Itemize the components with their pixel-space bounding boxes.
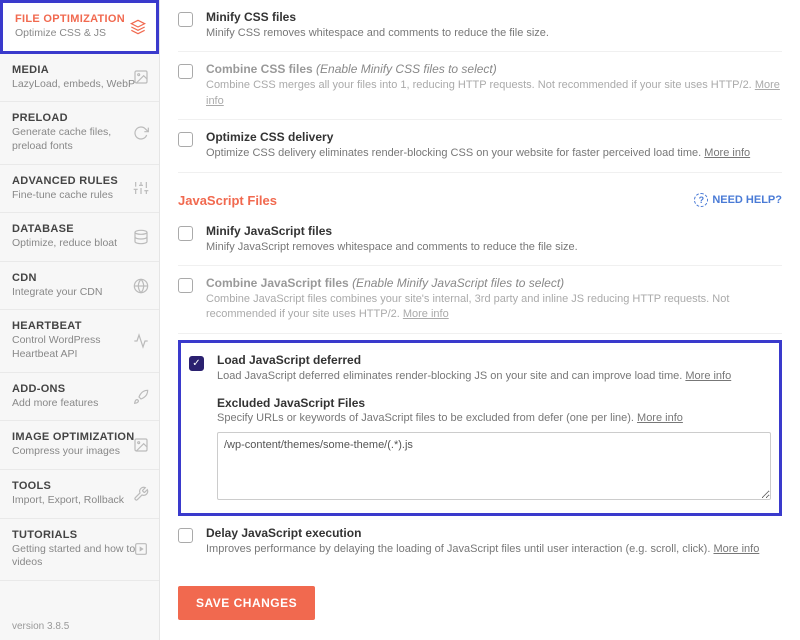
option-desc: Combine JavaScript files combines your s… [206, 292, 782, 323]
nav-title: DATABASE [12, 223, 147, 235]
database-icon [133, 229, 149, 245]
nav-desc: Generate cache files, preload fonts [12, 126, 147, 153]
option-label: Combine JavaScript files (Enable Minify … [206, 276, 782, 290]
checkbox-css-delivery[interactable] [178, 132, 193, 147]
nav-title: CDN [12, 272, 147, 284]
nav-tools[interactable]: TOOLS Import, Export, Rollback [0, 470, 159, 519]
main-content: Minify CSS files Minify CSS removes whit… [160, 0, 800, 640]
sliders-icon [133, 180, 149, 196]
save-changes-button[interactable]: SAVE CHANGES [178, 586, 315, 620]
checkbox-minify-js[interactable] [178, 226, 193, 241]
nav-title: TOOLS [12, 480, 147, 492]
checkbox-combine-js[interactable] [178, 278, 193, 293]
nav-title: ADVANCED RULES [12, 175, 147, 187]
checkbox-defer-js[interactable]: ✓ [189, 356, 204, 371]
nav-image-optimization[interactable]: IMAGE OPTIMIZATION Compress your images [0, 421, 159, 470]
refresh-icon [133, 125, 149, 141]
js-section-header: JavaScript Files ?NEED HELP? [178, 193, 782, 208]
nav-addons[interactable]: ADD-ONS Add more features [0, 373, 159, 422]
nav-desc: Optimize, reduce bloat [12, 237, 147, 251]
option-minify-css: Minify CSS files Minify CSS removes whit… [178, 0, 782, 52]
checkbox-delay-js[interactable] [178, 528, 193, 543]
option-optimize-css-delivery: Optimize CSS delivery Optimize CSS deliv… [178, 120, 782, 172]
sidebar: FILE OPTIMIZATION Optimize CSS & JS MEDI… [0, 0, 160, 640]
nav-desc: Control WordPress Heartbeat API [12, 334, 147, 361]
more-info-link[interactable]: More info [403, 308, 449, 320]
nav-tutorials[interactable]: TUTORIALS Getting started and how to vid… [0, 519, 159, 581]
image-icon [133, 69, 149, 85]
section-title: JavaScript Files [178, 193, 277, 208]
checkbox-combine-css[interactable] [178, 64, 193, 79]
nav-media[interactable]: MEDIA LazyLoad, embeds, WebP [0, 54, 159, 103]
layers-icon [130, 19, 146, 35]
nav-cdn[interactable]: CDN Integrate your CDN [0, 262, 159, 311]
checkbox-minify-css[interactable] [178, 12, 193, 27]
option-minify-js: Minify JavaScript files Minify JavaScrip… [178, 214, 782, 266]
help-icon: ? [694, 193, 708, 207]
defer-highlight-box: ✓ Load JavaScript deferred Load JavaScri… [178, 340, 782, 516]
option-desc: Minify JavaScript removes whitespace and… [206, 240, 782, 255]
heartbeat-icon [133, 333, 149, 349]
nav-database[interactable]: DATABASE Optimize, reduce bloat [0, 213, 159, 262]
globe-icon [133, 278, 149, 294]
wrench-icon [133, 486, 149, 502]
nav-desc: Getting started and how to videos [12, 543, 147, 570]
option-label: Combine CSS files (Enable Minify CSS fil… [206, 62, 782, 76]
nav-desc: Import, Export, Rollback [12, 494, 147, 508]
nav-advanced-rules[interactable]: ADVANCED RULES Fine-tune cache rules [0, 165, 159, 214]
nav-desc: Fine-tune cache rules [12, 189, 147, 203]
play-icon [133, 541, 149, 557]
option-label: Minify JavaScript files [206, 224, 782, 238]
nav-desc: LazyLoad, embeds, WebP [12, 78, 147, 92]
more-info-link[interactable]: More info [713, 543, 759, 555]
nav-desc: Integrate your CDN [12, 286, 147, 300]
nav-heartbeat[interactable]: HEARTBEAT Control WordPress Heartbeat AP… [0, 310, 159, 372]
excluded-js-desc: Specify URLs or keywords of JavaScript f… [217, 412, 771, 424]
option-combine-css: Combine CSS files (Enable Minify CSS fil… [178, 52, 782, 120]
nav-desc: Compress your images [12, 445, 147, 459]
nav-desc: Add more features [12, 397, 147, 411]
compress-icon [133, 437, 149, 453]
rocket-icon [133, 389, 149, 405]
option-label: Load JavaScript deferred [217, 353, 771, 367]
nav-title: PRELOAD [12, 112, 147, 124]
nav-title: MEDIA [12, 64, 147, 76]
option-desc: Combine CSS merges all your files into 1… [206, 78, 782, 109]
nav-desc: Optimize CSS & JS [15, 27, 144, 41]
option-desc: Improves performance by delaying the loa… [206, 542, 782, 557]
option-desc: Minify CSS removes whitespace and commen… [206, 26, 782, 41]
nav-title: FILE OPTIMIZATION [15, 13, 144, 25]
option-combine-js: Combine JavaScript files (Enable Minify … [178, 266, 782, 334]
excluded-js-title: Excluded JavaScript Files [217, 396, 771, 410]
more-info-link[interactable]: More info [704, 147, 750, 159]
option-label: Optimize CSS delivery [206, 130, 782, 144]
excluded-js-textarea[interactable] [217, 432, 771, 500]
nav-preload[interactable]: PRELOAD Generate cache files, preload fo… [0, 102, 159, 164]
nav-title: HEARTBEAT [12, 320, 147, 332]
option-delay-js: Delay JavaScript execution Improves perf… [178, 516, 782, 567]
option-desc: Load JavaScript deferred eliminates rend… [217, 369, 771, 384]
nav-title: IMAGE OPTIMIZATION [12, 431, 147, 443]
option-label: Minify CSS files [206, 10, 782, 24]
option-desc: Optimize CSS delivery eliminates render-… [206, 146, 782, 161]
option-label: Delay JavaScript execution [206, 526, 782, 540]
nav-title: ADD-ONS [12, 383, 147, 395]
need-help-link[interactable]: ?NEED HELP? [694, 193, 782, 207]
more-info-link[interactable]: More info [685, 370, 731, 382]
nav-file-optimization[interactable]: FILE OPTIMIZATION Optimize CSS & JS [0, 0, 159, 54]
more-info-link[interactable]: More info [637, 412, 683, 424]
nav-title: TUTORIALS [12, 529, 147, 541]
